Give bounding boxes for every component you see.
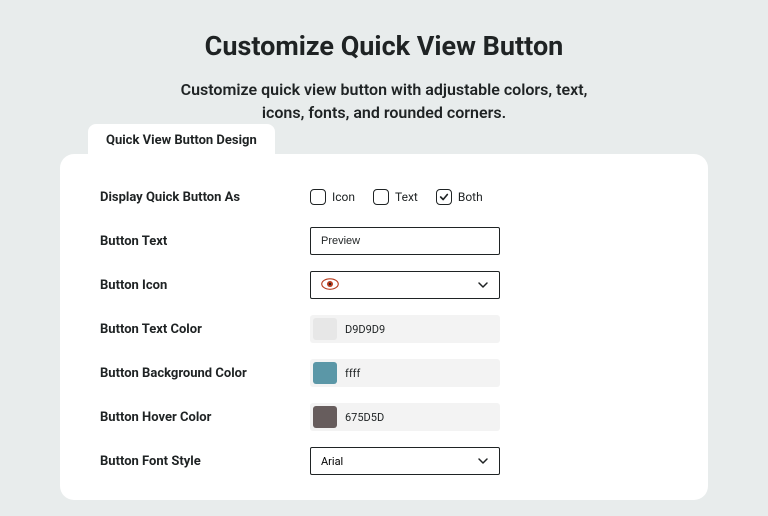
font-style-value: Arial	[321, 455, 343, 468]
text-color-label: Button Text Color	[100, 322, 310, 337]
chevron-down-icon	[477, 279, 489, 291]
font-style-label: Button Font Style	[100, 454, 310, 469]
bg-color-value: ffff	[345, 367, 360, 380]
button-text-label: Button Text	[100, 234, 310, 249]
button-icon-select[interactable]	[310, 271, 500, 299]
tab-quick-view-design[interactable]: Quick View Button Design	[88, 124, 275, 157]
checkbox-both[interactable]: Both	[436, 189, 483, 205]
checkbox-icon[interactable]: Icon	[310, 189, 355, 205]
text-color-swatch	[313, 318, 337, 340]
checkbox-icon-label: Icon	[332, 190, 355, 204]
hover-color-input[interactable]: 675D5D	[310, 403, 500, 431]
checkbox-text-label: Text	[395, 190, 418, 204]
checkbox-both-label: Both	[458, 190, 483, 204]
check-icon	[439, 192, 449, 202]
eye-icon	[321, 278, 339, 293]
hover-color-swatch	[313, 406, 337, 428]
bg-color-input[interactable]: ffff	[310, 359, 500, 387]
display-as-label: Display Quick Button As	[100, 190, 310, 205]
bg-color-label: Button Background Color	[100, 366, 310, 381]
checkbox-text[interactable]: Text	[373, 189, 418, 205]
hover-color-label: Button Hover Color	[100, 410, 310, 425]
chevron-down-icon	[477, 455, 489, 467]
settings-panel: Display Quick Button As Icon	[60, 154, 708, 500]
page-subtitle: Customize quick view button with adjusta…	[164, 78, 604, 124]
font-style-select[interactable]: Arial	[310, 447, 500, 475]
page-title: Customize Quick View Button	[60, 30, 708, 62]
hover-color-value: 675D5D	[345, 411, 384, 424]
text-color-input[interactable]: D9D9D9	[310, 315, 500, 343]
text-color-value: D9D9D9	[345, 323, 385, 336]
bg-color-swatch	[313, 362, 337, 384]
button-icon-label: Button Icon	[100, 278, 310, 293]
button-text-input[interactable]	[310, 227, 500, 255]
